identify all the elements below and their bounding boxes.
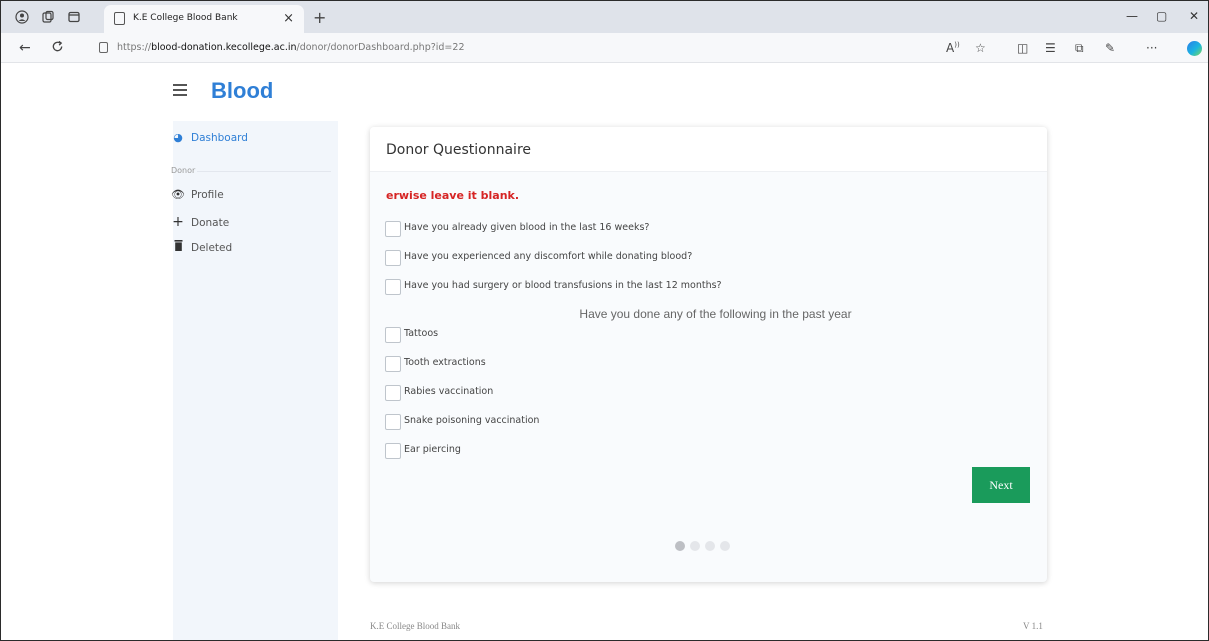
refresh-icon[interactable] — [51, 40, 64, 57]
past-year-subheading: Have you done any of the following in th… — [579, 307, 852, 321]
sidebar-section-label: Donor — [171, 166, 196, 175]
step-indicator — [675, 536, 735, 555]
url-path: /donor/donorDashboard.php?id=22 — [296, 42, 465, 53]
extensions-icon[interactable]: ✎ — [1105, 41, 1115, 55]
tab-strip: K.E College Blood Bank × + — ▢ ✕ — [1, 1, 1208, 33]
tab-title: K.E College Blood Bank — [133, 13, 238, 23]
back-arrow-icon[interactable]: ← — [19, 40, 31, 56]
sidebar-item-deleted[interactable]: Deleted — [171, 240, 232, 254]
questionnaire-card: Donor Questionnaire erwise leave it blan… — [370, 127, 1047, 582]
question-label: Have you already given blood in the last… — [404, 222, 650, 233]
favorites-list-icon[interactable]: ☰ — [1045, 41, 1056, 55]
sidebar-item-label: Dashboard — [191, 132, 248, 144]
active-tab[interactable]: K.E College Blood Bank × — [104, 5, 304, 33]
sidebar-item-dashboard[interactable]: ◕ Dashboard — [171, 131, 248, 144]
step-dot-4[interactable] — [720, 541, 730, 551]
option-label: Snake poisoning vaccination — [404, 415, 540, 426]
read-aloud-icon[interactable]: A)) — [946, 41, 960, 55]
checkbox[interactable] — [385, 414, 401, 430]
next-button[interactable]: Next — [972, 467, 1030, 503]
question-label: Have you experienced any discomfort whil… — [404, 251, 693, 262]
favorite-icon[interactable]: ☆ — [975, 41, 986, 55]
sidebar-item-label: Donate — [191, 217, 230, 229]
trash-icon — [171, 240, 185, 254]
minimize-icon[interactable]: — — [1126, 9, 1138, 23]
sidebar-item-label: Deleted — [191, 242, 233, 254]
hamburger-menu-icon[interactable] — [173, 84, 187, 99]
sidebar-item-donate[interactable]: + Donate — [171, 214, 229, 230]
option-label: Ear piercing — [404, 444, 461, 455]
url-prefix: https:// — [117, 42, 152, 53]
collections-icon[interactable]: ⧉ — [1075, 41, 1084, 56]
question-label: Have you had surgery or blood transfusio… — [404, 280, 722, 291]
divider — [197, 171, 331, 172]
footer-version: V 1.1 — [1023, 621, 1043, 631]
window-close-icon[interactable]: ✕ — [1189, 9, 1199, 23]
step-dot-3[interactable] — [705, 541, 715, 551]
web-page: Blood ◕ Dashboard Donor 👁 Profile + Donate … — [1, 64, 1208, 640]
plus-icon: + — [172, 214, 184, 230]
checkbox[interactable] — [385, 250, 401, 266]
checkbox[interactable] — [385, 385, 401, 401]
site-info-icon[interactable] — [99, 42, 108, 53]
eye-icon: 👁 — [171, 188, 185, 201]
copilot-icon[interactable] — [1187, 41, 1202, 56]
workspaces-icon[interactable] — [41, 10, 55, 24]
new-tab-button[interactable]: + — [313, 8, 326, 27]
option-label: Rabies vaccination — [404, 386, 494, 397]
checkbox[interactable] — [385, 279, 401, 295]
footer-copyright: K.E College Blood Bank — [370, 621, 460, 631]
more-icon[interactable]: ··· — [1146, 41, 1157, 55]
url-host: blood-donation.kecollege.ac.in — [151, 42, 297, 53]
tab-actions-icon[interactable] — [67, 10, 81, 24]
brand-logo[interactable]: Blood — [211, 78, 273, 104]
sidebar-item-profile[interactable]: 👁 Profile — [171, 188, 224, 201]
close-tab-icon[interactable]: × — [283, 11, 294, 26]
url-field[interactable]: https://blood-donation.kecollege.ac.in/d… — [117, 42, 464, 53]
step-dot-1[interactable] — [675, 541, 685, 551]
card-header: Donor Questionnaire — [370, 127, 1047, 172]
browser-window: K.E College Blood Bank × + — ▢ ✕ ← https… — [0, 0, 1209, 641]
instruction-notice: erwise leave it blank. — [386, 189, 520, 202]
profile-icon[interactable] — [15, 10, 29, 24]
option-label: Tattoos — [404, 328, 439, 339]
split-screen-icon[interactable]: ◫ — [1017, 41, 1028, 55]
step-dot-2[interactable] — [690, 541, 700, 551]
dashboard-icon: ◕ — [173, 131, 183, 144]
sidebar-item-label: Profile — [191, 189, 224, 201]
checkbox[interactable] — [385, 327, 401, 343]
checkbox[interactable] — [385, 443, 401, 459]
address-bar: ← https://blood-donation.kecollege.ac.in… — [1, 33, 1208, 63]
maximize-icon[interactable]: ▢ — [1156, 9, 1167, 23]
checkbox[interactable] — [385, 221, 401, 237]
option-label: Tooth extractions — [404, 357, 486, 368]
card-title: Donor Questionnaire — [386, 142, 532, 158]
page-icon — [114, 12, 125, 25]
checkbox[interactable] — [385, 356, 401, 372]
